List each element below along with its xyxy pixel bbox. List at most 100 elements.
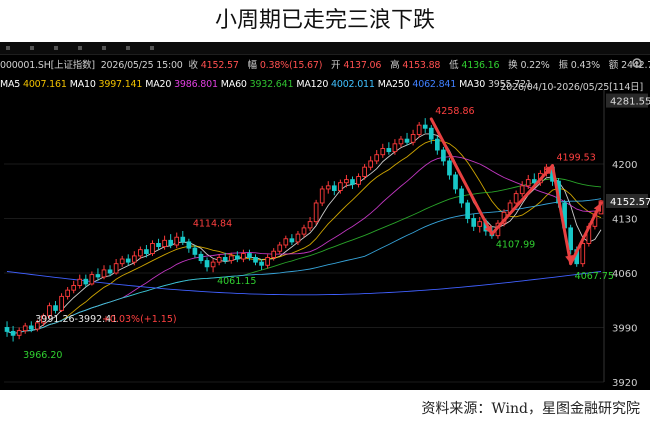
candle-body — [325, 185, 331, 190]
price-annotation: 4258.86 — [435, 106, 474, 117]
candle-body — [204, 260, 210, 268]
candle-body — [241, 253, 246, 260]
candle-body — [295, 233, 301, 243]
candle-body — [313, 202, 319, 223]
candle-body — [131, 255, 137, 263]
candle-body — [77, 278, 83, 286]
candle-body — [107, 269, 113, 274]
candle-body — [198, 253, 204, 262]
candle-body — [283, 238, 289, 246]
candle-body — [28, 325, 34, 330]
candle-body — [216, 257, 222, 263]
candle-body — [525, 179, 531, 187]
price-annotation: 4107.99 — [496, 240, 535, 251]
candle-body — [319, 188, 325, 204]
wave-arrow — [569, 201, 603, 266]
candle-body — [162, 239, 167, 248]
candle-body — [380, 148, 386, 156]
candle-body — [392, 143, 398, 153]
candle-body — [368, 160, 373, 168]
candle-body — [119, 258, 125, 265]
candle-body — [422, 124, 428, 129]
candle-body — [168, 239, 173, 246]
candle-body — [356, 176, 361, 185]
candle-body — [10, 330, 16, 336]
candle-body — [404, 138, 410, 143]
candle-body — [441, 149, 446, 162]
y-tick-label: 4200 — [612, 160, 637, 171]
candle-body — [83, 278, 89, 285]
candle-body — [174, 236, 180, 246]
candle-body — [435, 138, 440, 151]
candle-body — [531, 179, 537, 184]
price-annotation: 3966.20 — [23, 350, 62, 361]
candle-body — [247, 253, 252, 258]
candle-body — [95, 274, 101, 278]
y-tick-label: 3920 — [612, 378, 637, 389]
candle-body — [386, 148, 392, 153]
y-tick-label: 4130 — [612, 215, 637, 226]
chart-panel: 000001.SH[上证指数] 2026/05/25 15:00 收 4152.5… — [0, 42, 650, 390]
candle-body — [398, 138, 404, 145]
candle-body — [453, 174, 458, 190]
candle-body — [265, 257, 270, 266]
candle-body — [22, 325, 28, 332]
candle-body — [59, 295, 64, 311]
candle-body — [477, 221, 483, 227]
candlestick-chart[interactable]: 3920 3990 4060 4130 4200 4258.86 4199.53 4114.8… — [0, 42, 650, 390]
candle-body — [513, 193, 519, 204]
candle-body — [4, 327, 10, 332]
source-note: 资料来源：Wind，星图金融研究院 — [421, 401, 640, 417]
y-tick-label: 4060 — [612, 269, 637, 280]
candle-body — [253, 257, 258, 263]
wave-arrow — [429, 117, 494, 236]
candle-body — [271, 250, 277, 258]
candle-body — [156, 242, 161, 248]
candle-body — [228, 255, 234, 262]
candle-body — [259, 261, 264, 266]
candle-body — [192, 247, 198, 255]
candle-body — [471, 218, 477, 227]
candle-body — [53, 305, 58, 311]
candle-body — [186, 241, 192, 249]
chart-title: 小周期已走完三浪下跌 — [214, 8, 435, 33]
candle-body — [350, 179, 355, 185]
candle-body — [235, 255, 240, 260]
price-annotation: 4199.53 — [556, 152, 595, 163]
ma-line — [6, 178, 602, 334]
candle-body — [125, 258, 131, 263]
candle-body — [568, 227, 573, 251]
candle-body — [447, 160, 452, 176]
candle-body — [277, 244, 283, 252]
candle-body — [416, 124, 422, 135]
price-annotation: +0.03%(+1.15) — [102, 314, 177, 325]
candle-body — [289, 238, 295, 243]
candle-body — [428, 127, 434, 140]
candle-body — [113, 263, 119, 274]
price-annotation: 4067.75 — [575, 271, 614, 282]
price-tag-label: 4152.57 — [610, 197, 650, 208]
price-tag-label: 4281.55 — [610, 97, 650, 108]
candle-body — [65, 289, 70, 297]
candle-body — [580, 242, 586, 265]
candle-body — [459, 188, 464, 204]
candle-body — [301, 227, 307, 235]
candle-body — [180, 236, 186, 243]
candle-body — [410, 134, 416, 143]
candle-body — [222, 257, 228, 262]
candle-body — [138, 249, 143, 257]
candle-body — [331, 185, 337, 191]
candle-body — [338, 182, 343, 191]
candle-body — [16, 330, 22, 336]
candle-body — [307, 221, 313, 229]
candle-body — [71, 285, 77, 291]
candle-body — [101, 269, 107, 278]
y-tick-label: 3990 — [612, 324, 637, 335]
candle-body — [344, 179, 349, 184]
candle-body — [89, 274, 95, 285]
candle-body — [465, 202, 470, 219]
candle-body — [362, 166, 367, 177]
candle-body — [144, 249, 149, 255]
candle-body — [210, 261, 216, 268]
candle-body — [519, 185, 525, 195]
